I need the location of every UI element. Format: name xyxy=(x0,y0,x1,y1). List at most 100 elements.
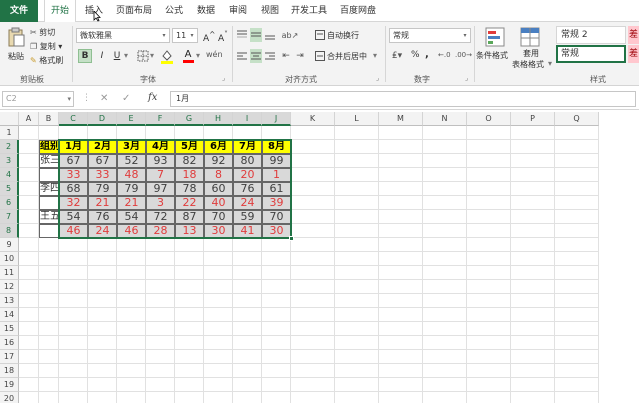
cell[interactable] xyxy=(291,154,335,168)
row-header-3[interactable]: 3 xyxy=(0,154,19,168)
tab-page-layout[interactable]: 页面布局 xyxy=(112,0,156,22)
column-header-k[interactable]: K xyxy=(291,112,335,126)
cell[interactable] xyxy=(39,280,59,294)
cell[interactable] xyxy=(511,336,555,350)
cell[interactable] xyxy=(379,126,423,140)
row-header-16[interactable]: 16 xyxy=(0,336,19,350)
cell[interactable] xyxy=(88,294,117,308)
data-cell[interactable]: 1 xyxy=(262,168,291,182)
cell[interactable] xyxy=(511,154,555,168)
cell[interactable] xyxy=(423,224,467,238)
worksheet-grid[interactable]: A B C D E F G H I J K L M N O P Q 1 2 3 4 5 6 7 8 9 10 11 12 13 14 15 16… xyxy=(0,112,639,403)
table-header-month[interactable]: 1月 xyxy=(59,140,88,154)
cell[interactable] xyxy=(262,238,291,252)
cell[interactable] xyxy=(175,126,204,140)
cell[interactable] xyxy=(291,238,335,252)
cell[interactable] xyxy=(555,364,599,378)
cell[interactable] xyxy=(117,238,146,252)
format-painter-button[interactable]: ✎ 格式刷 xyxy=(30,55,63,66)
cell[interactable] xyxy=(423,364,467,378)
cell[interactable] xyxy=(467,322,511,336)
cell[interactable] xyxy=(335,252,379,266)
data-cell[interactable]: 54 xyxy=(59,210,88,224)
format-as-table-label-2[interactable]: 表格格式 xyxy=(512,59,544,70)
cell[interactable] xyxy=(555,294,599,308)
column-header-m[interactable]: M xyxy=(379,112,423,126)
cell[interactable] xyxy=(146,322,175,336)
cell[interactable] xyxy=(291,294,335,308)
cell[interactable] xyxy=(117,126,146,140)
cell[interactable] xyxy=(423,322,467,336)
data-cell[interactable]: 61 xyxy=(262,182,291,196)
data-cell[interactable]: 76 xyxy=(88,210,117,224)
cell[interactable] xyxy=(335,126,379,140)
group-name-cell-empty[interactable] xyxy=(39,196,59,210)
cell[interactable] xyxy=(335,392,379,403)
decrease-font-icon[interactable]: A˅ xyxy=(218,30,228,44)
data-cell[interactable]: 48 xyxy=(117,168,146,182)
data-cell[interactable]: 72 xyxy=(146,210,175,224)
column-header-e[interactable]: E xyxy=(117,112,146,126)
merge-center-button[interactable]: 合并后居中 xyxy=(327,51,367,62)
cell[interactable] xyxy=(379,238,423,252)
format-as-table-label-1[interactable]: 套用 xyxy=(523,48,539,59)
data-cell[interactable]: 30 xyxy=(204,224,233,238)
cell[interactable] xyxy=(511,210,555,224)
column-header-b[interactable]: B xyxy=(39,112,59,126)
chevron-down-icon[interactable]: ▾ xyxy=(124,51,128,60)
italic-button[interactable]: I xyxy=(95,49,109,63)
column-header-l[interactable]: L xyxy=(335,112,379,126)
cell[interactable] xyxy=(19,336,39,350)
cell[interactable] xyxy=(117,308,146,322)
tab-review[interactable]: 审阅 xyxy=(224,0,252,22)
row-header-12[interactable]: 12 xyxy=(0,280,19,294)
cell[interactable] xyxy=(19,126,39,140)
cell[interactable] xyxy=(511,168,555,182)
cell[interactable] xyxy=(233,308,262,322)
data-cell[interactable]: 3 xyxy=(146,196,175,210)
cell[interactable] xyxy=(423,266,467,280)
data-cell[interactable]: 33 xyxy=(88,168,117,182)
cell[interactable] xyxy=(19,294,39,308)
cell[interactable] xyxy=(423,280,467,294)
cell[interactable] xyxy=(59,238,88,252)
wrap-text-button[interactable]: 自动换行 xyxy=(327,30,359,41)
cell[interactable] xyxy=(511,322,555,336)
row-header-6[interactable]: 6 xyxy=(0,196,19,210)
cell[interactable] xyxy=(379,252,423,266)
cell[interactable] xyxy=(146,350,175,364)
cell[interactable] xyxy=(511,378,555,392)
data-cell[interactable]: 67 xyxy=(59,154,88,168)
cell[interactable] xyxy=(175,308,204,322)
cell[interactable] xyxy=(262,378,291,392)
cell[interactable] xyxy=(467,266,511,280)
cell[interactable] xyxy=(379,266,423,280)
cell[interactable] xyxy=(59,252,88,266)
cancel-icon[interactable]: ✕ xyxy=(100,93,108,104)
cell[interactable] xyxy=(117,266,146,280)
cell[interactable] xyxy=(291,392,335,403)
cell[interactable] xyxy=(555,280,599,294)
table-header-month[interactable]: 5月 xyxy=(175,140,204,154)
cell[interactable] xyxy=(555,350,599,364)
cell[interactable] xyxy=(335,322,379,336)
cell[interactable] xyxy=(511,294,555,308)
cell[interactable] xyxy=(233,294,262,308)
cell[interactable] xyxy=(511,252,555,266)
cell[interactable] xyxy=(555,182,599,196)
dialog-launcher-icon[interactable]: ⌟ xyxy=(222,74,225,82)
cell[interactable] xyxy=(39,350,59,364)
column-header-j[interactable]: J xyxy=(262,112,291,126)
cell[interactable] xyxy=(59,350,88,364)
data-cell[interactable]: 39 xyxy=(262,196,291,210)
column-header-o[interactable]: O xyxy=(467,112,511,126)
cell[interactable] xyxy=(467,294,511,308)
cell[interactable] xyxy=(59,364,88,378)
cell[interactable] xyxy=(379,154,423,168)
row-header-20[interactable]: 20 xyxy=(0,392,19,403)
cell[interactable] xyxy=(379,294,423,308)
phonetic-icon[interactable]: wén xyxy=(206,50,223,59)
cell[interactable] xyxy=(423,350,467,364)
table-header-month[interactable]: 4月 xyxy=(146,140,175,154)
chevron-down-icon[interactable]: ▾ xyxy=(373,51,377,60)
